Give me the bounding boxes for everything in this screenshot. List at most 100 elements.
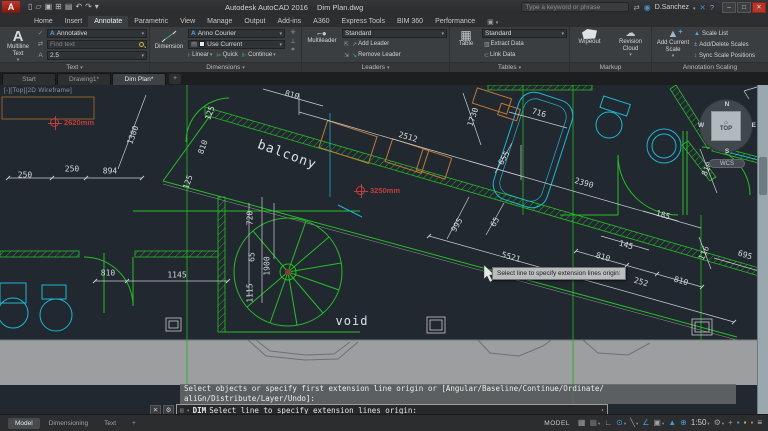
viewcube[interactable]: ⌂ TOP N S W E WCS [697, 97, 757, 175]
ribbon-tab-insert[interactable]: Insert [59, 16, 89, 27]
ribbon-tab-manage[interactable]: Manage [201, 16, 238, 27]
ribbon-tab-parametric[interactable]: Parametric [128, 16, 174, 27]
scale-list-button[interactable]: ▲Scale List [694, 29, 766, 39]
ribbon-tab-annotate[interactable]: Annotate [88, 16, 128, 27]
save-ic[interactable]: ▣ [45, 2, 53, 12]
exchange-apps-icon[interactable]: ⇄ [633, 3, 639, 12]
vertical-scrollbar[interactable] [757, 85, 768, 414]
file-tab-start[interactable]: Start [2, 73, 56, 85]
minimize-button[interactable]: – [722, 2, 736, 13]
ribbon-tab-express-tools[interactable]: Express Tools [336, 16, 391, 27]
ribbon-tab-bim360[interactable]: BIM 360 [391, 16, 429, 27]
snap-icon[interactable]: ▦ [589, 418, 600, 429]
viewcube-top-face[interactable]: ⌂ TOP [711, 111, 741, 141]
dim-jog-icon[interactable]: ⌗ [291, 47, 294, 54]
qat-dropdown-ic[interactable]: ▾ [95, 2, 99, 12]
recent-commands-icon[interactable]: ▤ [180, 407, 184, 414]
user-menu-caret-icon[interactable] [693, 3, 696, 12]
adjust-space-icon[interactable]: ⊥ [290, 38, 295, 45]
open-file-ic[interactable]: ▱ [35, 2, 41, 12]
ortho-icon[interactable]: ∟ [604, 418, 612, 428]
linear-dimension-button[interactable]: ⊦Linear [188, 52, 212, 59]
multileader-style-dropdown[interactable]: Standard [342, 29, 447, 38]
viewport-controls-label[interactable]: [-][Top][2D Wireframe] [4, 87, 72, 94]
dim-break-icon[interactable]: ✛ [290, 29, 295, 36]
dimensions-panel-label[interactable]: Dimensions [150, 62, 301, 72]
polar-tracking-icon[interactable]: ⊙ [616, 418, 626, 429]
file-tab-dim-plan[interactable]: Dim Plan* [112, 73, 166, 85]
multileader-button[interactable]: ⌐● Multileader [304, 28, 340, 62]
viewcube-east[interactable]: E [752, 122, 756, 129]
file-tab-drawing1[interactable]: Drawing1* [57, 73, 111, 85]
command-expand-icon[interactable]: ▴ [601, 407, 604, 413]
osnap-tracking-icon[interactable]: ∠ [642, 418, 649, 428]
remove-leader-button[interactable]: ↘Remove Leader [352, 52, 401, 59]
maximize-button[interactable]: □ [737, 2, 751, 13]
dimension-button[interactable]: Dimension [152, 28, 186, 62]
grid-icon[interactable]: ▦ [578, 418, 586, 428]
tables-panel-label[interactable]: Tables [450, 62, 569, 72]
drawing-canvas[interactable]: [-][Top][2D Wireframe] 2620mm 3250mm 250… [0, 85, 768, 414]
osnap-icon[interactable]: ▣ [653, 418, 664, 429]
a360-sync-icon[interactable]: ✕ [700, 3, 706, 12]
autocad-logo-icon[interactable]: A [2, 1, 20, 13]
plot-ic[interactable]: ▤ [65, 2, 73, 12]
multiline-text-button[interactable]: A Multiline Text [2, 28, 34, 62]
continue-dimension-button[interactable]: ⊩Continue [242, 52, 276, 59]
save-as-ic[interactable]: ⊞ [55, 2, 62, 12]
sync-scale-positions-button[interactable]: ↕Sync Scale Positions [694, 51, 766, 61]
text-panel-label[interactable]: Text [0, 62, 149, 72]
add-current-scale-button[interactable]: ▲+ Add Current Scale [654, 28, 692, 62]
graphics-performance-icon[interactable]: ▪ [744, 418, 747, 428]
ribbon-tab-home[interactable]: Home [28, 16, 59, 27]
dim-style-dropdown[interactable]: A Anno Courier [188, 29, 285, 38]
isometric-drafting-icon[interactable]: ╲ [630, 418, 638, 429]
undo-ic[interactable]: ↶ [75, 2, 82, 12]
table-button[interactable]: ▦ Table [452, 28, 480, 62]
signed-in-user[interactable]: D.Sanchez [655, 4, 689, 11]
layout-tab-text[interactable]: Text [97, 418, 123, 429]
ribbon-tab-view[interactable]: View [174, 16, 201, 27]
ribbon-tab-output[interactable]: Output [238, 16, 271, 27]
scrollbar-thumb[interactable] [759, 157, 767, 195]
revision-cloud-button[interactable]: ☁ Revision Cloud [614, 28, 648, 62]
add-leader-button[interactable]: ↗Add Leader [352, 41, 389, 48]
clean-screen-icon[interactable]: ▪ [750, 418, 753, 428]
add-delete-scales-button[interactable]: ±Add/Delete Scales [694, 40, 766, 50]
wipeout-button[interactable]: Wipeout [574, 28, 606, 62]
find-text-icon[interactable]: ⇄ [36, 40, 45, 48]
link-data-button[interactable]: ⊂Link Data [484, 52, 515, 59]
viewcube-south[interactable]: S [697, 148, 757, 155]
layout-tab-dimensioning[interactable]: Dimensioning [42, 418, 95, 429]
text-height-dropdown[interactable]: 2.5 [47, 51, 147, 60]
viewcube-north[interactable]: N [697, 101, 757, 108]
redo-ic[interactable]: ↷ [85, 2, 92, 12]
find-text-input[interactable]: Find text [47, 40, 147, 49]
layout-tab-model[interactable]: Model [8, 418, 40, 429]
quick-dimension-button[interactable]: ⊨Quick [216, 52, 238, 59]
dim-layer-dropdown[interactable]: ▤ Use Current [188, 40, 285, 49]
extract-data-button[interactable]: ▥Extract Data [484, 41, 524, 48]
workspace-icon[interactable]: ⚙ [714, 418, 724, 429]
close-button[interactable]: ✕ [752, 2, 766, 13]
annotation-autoscale-icon[interactable]: ⊕ [680, 418, 687, 428]
isolate-objects-icon[interactable]: ▪ [737, 418, 740, 428]
annotation-visibility-icon[interactable]: ▲ [668, 418, 676, 428]
search-input[interactable] [521, 2, 629, 12]
leader-collect-icon[interactable]: ⇱ [344, 41, 349, 48]
customize-icon[interactable]: ≡ [757, 418, 762, 428]
new-file-ic[interactable]: ▯ [28, 2, 32, 12]
viewcube-west[interactable]: W [698, 122, 704, 129]
new-layout-button[interactable]: + [125, 418, 143, 429]
leaders-panel-label[interactable]: Leaders [302, 62, 449, 72]
table-style-dropdown[interactable]: Standard [482, 29, 567, 38]
help-icon[interactable]: ? [710, 3, 714, 12]
ribbon-tab-add-ins[interactable]: Add-ins [271, 16, 307, 27]
model-space-label[interactable]: MODEL [544, 420, 570, 427]
wcs-dropdown[interactable]: WCS [709, 159, 745, 168]
text-style-dropdown[interactable]: A Annotative [47, 29, 147, 38]
annotation-scale[interactable]: 1:50 [691, 418, 710, 429]
ribbon-display-toggle-icon[interactable]: ▣ [487, 18, 498, 27]
annotation-monitor-icon[interactable]: + [728, 418, 733, 428]
ribbon-tab-a360[interactable]: A360 [307, 16, 335, 27]
